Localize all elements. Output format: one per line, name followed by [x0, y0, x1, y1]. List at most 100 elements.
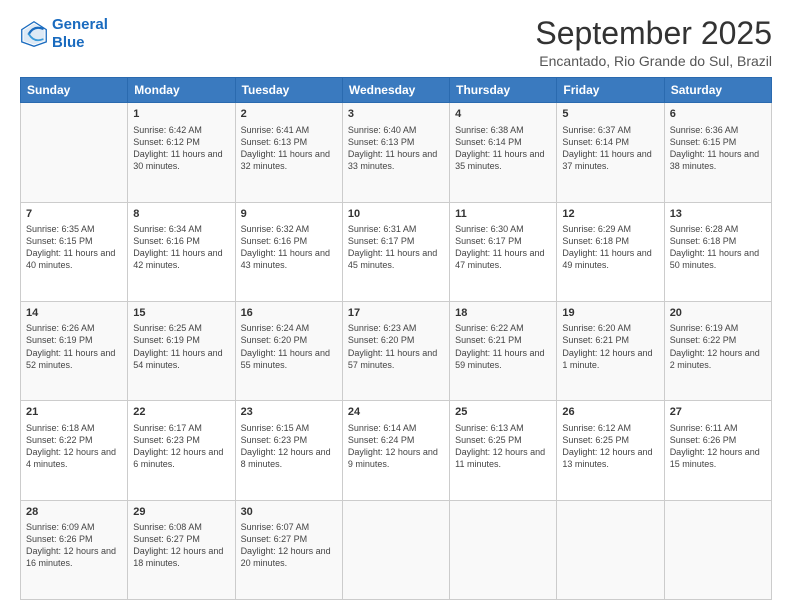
- day-number: 7: [26, 207, 122, 222]
- logo-line1: General: [52, 16, 108, 33]
- day-number: 28: [26, 505, 122, 520]
- day-number: 16: [241, 306, 337, 321]
- day-number: 11: [455, 207, 551, 222]
- calendar-table: Sunday Monday Tuesday Wednesday Thursday…: [20, 77, 772, 600]
- calendar-cell: 29Sunrise: 6:08 AMSunset: 6:27 PMDayligh…: [128, 500, 235, 599]
- calendar-cell: 10Sunrise: 6:31 AMSunset: 6:17 PMDayligh…: [342, 202, 449, 301]
- cell-content: Sunrise: 6:14 AMSunset: 6:24 PMDaylight:…: [348, 422, 444, 471]
- week-row-2: 14Sunrise: 6:26 AMSunset: 6:19 PMDayligh…: [21, 301, 772, 400]
- day-number: 19: [562, 306, 658, 321]
- calendar-cell: 27 Sunrise: 6:11 AMSunset: 6:26 PMDayligh…: [664, 401, 771, 500]
- cell-content: Sunrise: 6:42 AMSunset: 6:12 PMDaylight:…: [133, 124, 229, 173]
- col-sunday: Sunday: [21, 78, 128, 103]
- calendar-cell: 3Sunrise: 6:40 AMSunset: 6:13 PMDaylight…: [342, 103, 449, 202]
- cell-content: Sunrise: 6:32 AMSunset: 6:16 PMDaylight:…: [241, 223, 337, 272]
- calendar-cell: 21Sunrise: 6:18 AMSunset: 6:22 PMDayligh…: [21, 401, 128, 500]
- cell-content: Sunrise: 6:40 AMSunset: 6:13 PMDaylight:…: [348, 124, 444, 173]
- calendar-cell: 1 Sunrise: 6:42 AMSunset: 6:12 PMDaylight…: [128, 103, 235, 202]
- calendar-cell: [664, 500, 771, 599]
- day-number: 20: [670, 306, 766, 321]
- calendar-cell: [557, 500, 664, 599]
- logo-line2: Blue: [52, 34, 85, 51]
- calendar-cell: 9Sunrise: 6:32 AMSunset: 6:16 PMDaylight…: [235, 202, 342, 301]
- cell-content: Sunrise: 6:24 AMSunset: 6:20 PMDaylight:…: [241, 322, 337, 371]
- calendar-cell: 24 Sunrise: 6:14 AMSunset: 6:24 PMDayligh…: [342, 401, 449, 500]
- cell-content: Sunrise: 6:12 AMSunset: 6:25 PMDaylight:…: [562, 422, 658, 471]
- calendar-cell: [21, 103, 128, 202]
- cell-content: Sunrise: 6:22 AMSunset: 6:21 PMDaylight:…: [455, 322, 551, 371]
- day-number: 1: [133, 107, 229, 122]
- col-saturday: Saturday: [664, 78, 771, 103]
- day-number: 29: [133, 505, 229, 520]
- calendar-cell: 22 Sunrise: 6:17 AMSunset: 6:23 PMDayligh…: [128, 401, 235, 500]
- cell-content: Sunrise: 6:17 AMSunset: 6:23 PMDaylight:…: [133, 422, 229, 471]
- day-number: 9: [241, 207, 337, 222]
- day-number: 17: [348, 306, 444, 321]
- calendar-cell: 19Sunrise: 6:20 AMSunset: 6:21 PMDayligh…: [557, 301, 664, 400]
- calendar-cell: 18Sunrise: 6:22 AMSunset: 6:21 PMDayligh…: [450, 301, 557, 400]
- calendar-cell: [342, 500, 449, 599]
- day-number: 10: [348, 207, 444, 222]
- day-number: 12: [562, 207, 658, 222]
- week-row-4: 28Sunrise: 6:09 AMSunset: 6:26 PMDayligh…: [21, 500, 772, 599]
- col-thursday: Thursday: [450, 78, 557, 103]
- week-row-1: 7Sunrise: 6:35 AMSunset: 6:15 PMDaylight…: [21, 202, 772, 301]
- calendar-cell: 13Sunrise: 6:28 AMSunset: 6:18 PMDayligh…: [664, 202, 771, 301]
- col-wednesday: Wednesday: [342, 78, 449, 103]
- cell-content: Sunrise: 6:36 AMSunset: 6:15 PMDaylight:…: [670, 124, 766, 173]
- calendar-cell: 30Sunrise: 6:07 AMSunset: 6:27 PMDayligh…: [235, 500, 342, 599]
- col-monday: Monday: [128, 78, 235, 103]
- logo: General Blue: [20, 16, 108, 52]
- col-tuesday: Tuesday: [235, 78, 342, 103]
- day-number: 13: [670, 207, 766, 222]
- calendar-cell: 26Sunrise: 6:12 AMSunset: 6:25 PMDayligh…: [557, 401, 664, 500]
- calendar-cell: 25Sunrise: 6:13 AMSunset: 6:25 PMDayligh…: [450, 401, 557, 500]
- day-number: 14: [26, 306, 122, 321]
- day-number: 4: [455, 107, 551, 122]
- calendar-cell: 15Sunrise: 6:25 AMSunset: 6:19 PMDayligh…: [128, 301, 235, 400]
- logo-text: General Blue: [52, 16, 108, 52]
- day-number: 5: [562, 107, 658, 122]
- cell-content: Sunrise: 6:35 AMSunset: 6:15 PMDaylight:…: [26, 223, 122, 272]
- day-number: 22: [133, 405, 229, 420]
- cell-content: Sunrise: 6:34 AMSunset: 6:16 PMDaylight:…: [133, 223, 229, 272]
- cell-content: Sunrise: 6:29 AMSunset: 6:18 PMDaylight:…: [562, 223, 658, 272]
- cell-content: Sunrise: 6:18 AMSunset: 6:22 PMDaylight:…: [26, 422, 122, 471]
- week-row-3: 21Sunrise: 6:18 AMSunset: 6:22 PMDayligh…: [21, 401, 772, 500]
- calendar-cell: 7Sunrise: 6:35 AMSunset: 6:15 PMDaylight…: [21, 202, 128, 301]
- cell-content: Sunrise: 6:08 AMSunset: 6:27 PMDaylight:…: [133, 521, 229, 570]
- cell-content: Sunrise: 6:31 AMSunset: 6:17 PMDaylight:…: [348, 223, 444, 272]
- cell-content: Sunrise: 6:23 AMSunset: 6:20 PMDaylight:…: [348, 322, 444, 371]
- cell-content: Sunrise: 6:19 AMSunset: 6:22 PMDaylight:…: [670, 322, 766, 371]
- header-row: Sunday Monday Tuesday Wednesday Thursday…: [21, 78, 772, 103]
- calendar-cell: 5Sunrise: 6:37 AMSunset: 6:14 PMDaylight…: [557, 103, 664, 202]
- calendar-cell: 14Sunrise: 6:26 AMSunset: 6:19 PMDayligh…: [21, 301, 128, 400]
- cell-content: Sunrise: 6:20 AMSunset: 6:21 PMDaylight:…: [562, 322, 658, 371]
- calendar-cell: 8Sunrise: 6:34 AMSunset: 6:16 PMDaylight…: [128, 202, 235, 301]
- day-number: 8: [133, 207, 229, 222]
- cell-content: Sunrise: 6:26 AMSunset: 6:19 PMDaylight:…: [26, 322, 122, 371]
- header: General Blue September 2025 Encantado, R…: [20, 16, 772, 69]
- page: General Blue September 2025 Encantado, R…: [0, 0, 792, 612]
- day-number: 25: [455, 405, 551, 420]
- calendar-cell: 6Sunrise: 6:36 AMSunset: 6:15 PMDaylight…: [664, 103, 771, 202]
- calendar-cell: 28Sunrise: 6:09 AMSunset: 6:26 PMDayligh…: [21, 500, 128, 599]
- calendar-cell: 16Sunrise: 6:24 AMSunset: 6:20 PMDayligh…: [235, 301, 342, 400]
- cell-content: Sunrise: 6:15 AMSunset: 6:23 PMDaylight:…: [241, 422, 337, 471]
- calendar-cell: 11Sunrise: 6:30 AMSunset: 6:17 PMDayligh…: [450, 202, 557, 301]
- day-number: 24: [348, 405, 444, 420]
- calendar-cell: 23 Sunrise: 6:15 AMSunset: 6:23 PMDayligh…: [235, 401, 342, 500]
- logo-icon: [20, 20, 48, 48]
- cell-content: Sunrise: 6:25 AMSunset: 6:19 PMDaylight:…: [133, 322, 229, 371]
- cell-content: Sunrise: 6:28 AMSunset: 6:18 PMDaylight:…: [670, 223, 766, 272]
- day-number: 27: [670, 405, 766, 420]
- day-number: 15: [133, 306, 229, 321]
- calendar-cell: [450, 500, 557, 599]
- cell-content: Sunrise: 6:41 AMSunset: 6:13 PMDaylight:…: [241, 124, 337, 173]
- cell-content: Sunrise: 6:11 AMSunset: 6:26 PMDaylight:…: [670, 422, 766, 471]
- day-number: 23: [241, 405, 337, 420]
- title-block: September 2025 Encantado, Rio Grande do …: [535, 16, 772, 69]
- location: Encantado, Rio Grande do Sul, Brazil: [535, 53, 772, 69]
- calendar-cell: 4Sunrise: 6:38 AMSunset: 6:14 PMDaylight…: [450, 103, 557, 202]
- cell-content: Sunrise: 6:09 AMSunset: 6:26 PMDaylight:…: [26, 521, 122, 570]
